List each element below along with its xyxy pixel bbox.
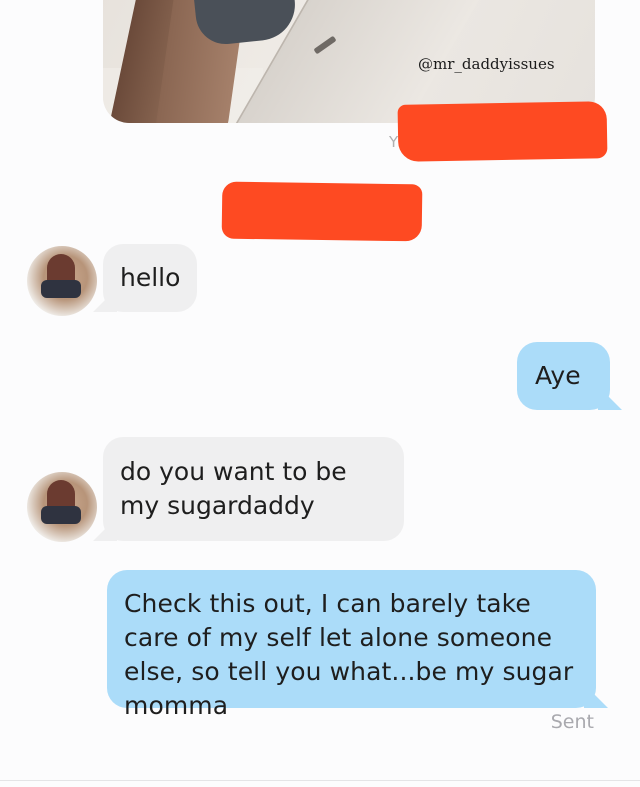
divider [0, 780, 640, 781]
incoming-message-bubble[interactable]: hello [103, 244, 197, 312]
photo-watermark: @mr_daddyissues [418, 55, 555, 73]
redaction-mark [397, 101, 608, 162]
avatar-top [41, 506, 81, 524]
incoming-message-bubble[interactable]: do you want to be my sugardaddy [103, 437, 404, 541]
avatar-top [41, 280, 81, 298]
avatar[interactable] [27, 246, 97, 316]
outgoing-message-bubble[interactable]: Aye [517, 342, 610, 410]
redaction-mark [221, 181, 423, 242]
outgoing-message-bubble[interactable]: Check this out, I can barely take care o… [107, 570, 596, 720]
partially-hidden-text: Y [389, 133, 399, 151]
avatar[interactable] [27, 472, 97, 542]
message-status: Sent [550, 711, 594, 733]
